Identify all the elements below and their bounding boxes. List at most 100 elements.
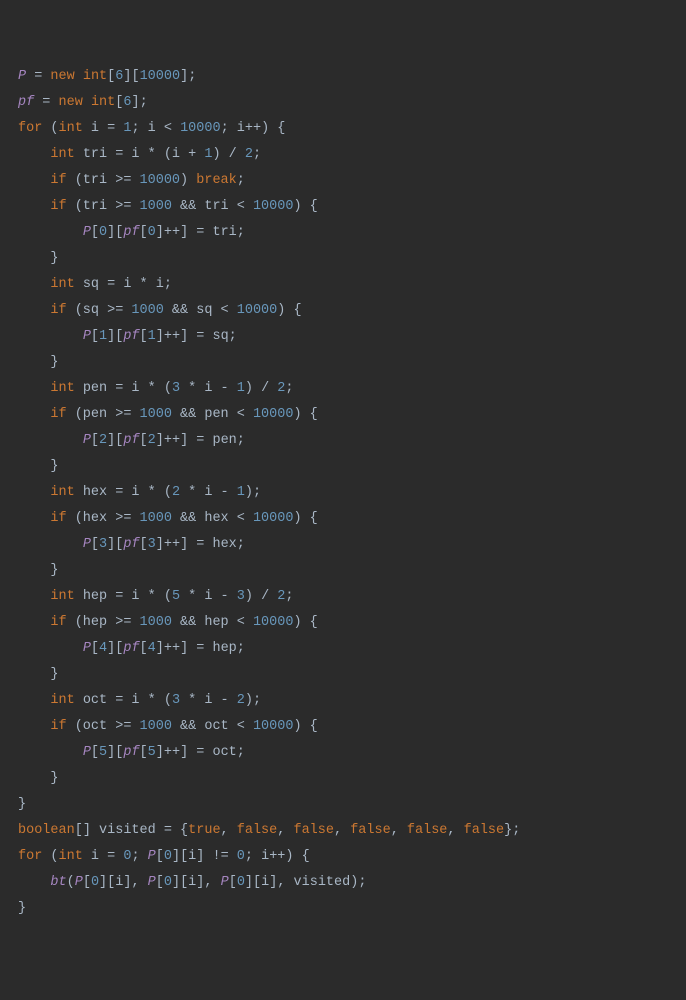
code-line: for (int i = 1; i < 10000; i++) { (18, 116, 668, 142)
code-token (75, 69, 83, 84)
code-token: && tri < (172, 199, 253, 214)
code-token: int (50, 147, 74, 162)
code-token: if (50, 173, 66, 188)
code-token: } (18, 771, 59, 786)
code-token: ][ (107, 225, 123, 240)
code-token: ][ (123, 69, 139, 84)
code-token: int (50, 693, 74, 708)
code-token: * i - (180, 589, 237, 604)
code-line: P[3][pf[3]++] = hex; (18, 532, 668, 558)
code-line: int tri = i * (i + 1) / 2; (18, 142, 668, 168)
code-token (18, 303, 50, 318)
code-token: = (26, 69, 50, 84)
code-token: ][ (107, 745, 123, 760)
code-line: int hex = i * (2 * i - 1); (18, 480, 668, 506)
code-token: [ (156, 875, 164, 890)
code-token: , (391, 823, 407, 838)
code-token: int (59, 121, 83, 136)
code-token: 5 (148, 745, 156, 760)
code-token: 0 (164, 849, 172, 864)
code-token: 10000 (253, 615, 294, 630)
code-token: pen = i * ( (75, 381, 172, 396)
code-token: true (188, 823, 220, 838)
code-token: 5 (172, 589, 180, 604)
code-token: if (50, 511, 66, 526)
code-token: [ (83, 875, 91, 890)
code-line: P[1][pf[1]++] = sq; (18, 324, 668, 350)
code-token: false (293, 823, 334, 838)
code-token: (oct >= (67, 719, 140, 734)
code-token (18, 719, 50, 734)
code-token: 0 (164, 875, 172, 890)
code-token: ) { (293, 719, 317, 734)
code-token: ) { (293, 615, 317, 630)
code-token (18, 511, 50, 526)
code-line: } (18, 896, 668, 922)
code-token: ][ (107, 537, 123, 552)
code-line: int oct = i * (3 * i - 2); (18, 688, 668, 714)
code-line: bt(P[0][i], P[0][i], P[0][i], visited); (18, 870, 668, 896)
code-token: pf (123, 537, 139, 552)
code-token: 1 (237, 485, 245, 500)
code-token: P (221, 875, 229, 890)
code-token: 10000 (180, 121, 221, 136)
code-line: P[0][pf[0]++] = tri; (18, 220, 668, 246)
code-token: ; (285, 381, 293, 396)
code-token: ][i], (172, 875, 221, 890)
code-token: ]; (131, 95, 147, 110)
code-token: }; (504, 823, 520, 838)
code-token: ]++] = hex; (156, 537, 245, 552)
code-token: , (221, 823, 237, 838)
code-token: 5 (99, 745, 107, 760)
code-token: [ (156, 849, 164, 864)
code-token (18, 589, 50, 604)
code-token: if (50, 615, 66, 630)
code-token: (sq >= (67, 303, 132, 318)
code-token: ; (237, 173, 245, 188)
code-token: int (50, 485, 74, 500)
code-token: ) / (245, 589, 277, 604)
code-token: (tri >= (67, 199, 140, 214)
code-token: ]++] = oct; (156, 745, 245, 760)
code-token: ) { (293, 407, 317, 422)
code-token: P (18, 69, 26, 84)
code-token: P (83, 225, 91, 240)
code-token: int (59, 849, 83, 864)
code-token: 10000 (237, 303, 278, 318)
code-token: P (75, 875, 83, 890)
code-token: 10000 (253, 511, 294, 526)
code-token: (pen >= (67, 407, 140, 422)
code-line: boolean[] visited = {true, false, false,… (18, 818, 668, 844)
code-token: ; i++) { (221, 121, 286, 136)
code-token: 3 (172, 381, 180, 396)
code-token: 0 (148, 225, 156, 240)
code-token (18, 381, 50, 396)
code-token: 3 (237, 589, 245, 604)
code-token: 0 (99, 225, 107, 240)
code-token: [ (140, 537, 148, 552)
code-token: [] visited = { (75, 823, 188, 838)
code-token: int (50, 589, 74, 604)
code-token: ) / (245, 381, 277, 396)
code-token (18, 329, 83, 344)
code-line: if (hex >= 1000 && hex < 10000) { (18, 506, 668, 532)
code-token: P (83, 537, 91, 552)
code-token: tri = i * (i + (75, 147, 205, 162)
code-token: } (18, 563, 59, 578)
code-block: P = new int[6][10000];pf = new int[6];fo… (18, 64, 668, 922)
code-token: false (237, 823, 278, 838)
code-line: int pen = i * (3 * i - 1) / 2; (18, 376, 668, 402)
code-token: } (18, 901, 26, 916)
code-token: ( (42, 121, 58, 136)
code-token (18, 875, 50, 890)
code-token: } (18, 251, 59, 266)
code-token: [ (91, 329, 99, 344)
code-token (18, 225, 83, 240)
code-token: 0 (91, 875, 99, 890)
code-token: ][ (107, 329, 123, 344)
code-token: ][ (107, 433, 123, 448)
code-token: } (18, 459, 59, 474)
code-token: } (18, 667, 59, 682)
code-token: pf (123, 433, 139, 448)
code-token: [ (140, 745, 148, 760)
